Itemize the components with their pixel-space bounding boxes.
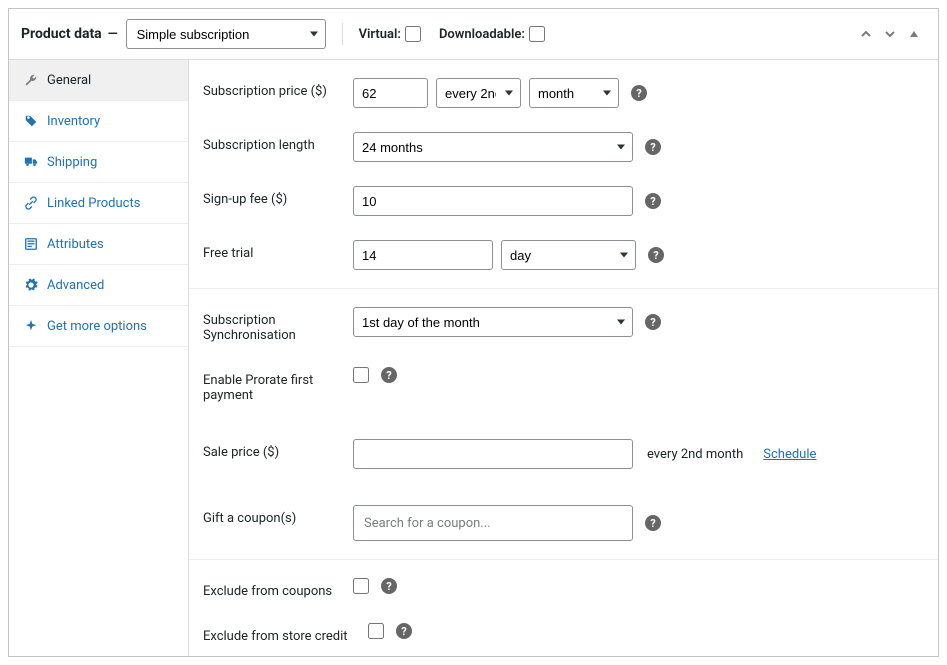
free-trial-period-select[interactable]: day: [501, 240, 636, 270]
sidebar-item-attributes[interactable]: Attributes: [9, 224, 188, 265]
subscription-price-label: Subscription price ($): [203, 78, 353, 99]
move-down-icon[interactable]: [878, 22, 902, 46]
help-icon[interactable]: ?: [631, 85, 647, 101]
exclude-store-credit-label: Exclude from store credit: [203, 623, 368, 644]
link-icon: [23, 195, 39, 211]
product-type-select[interactable]: Simple subscription: [126, 19, 326, 49]
help-icon[interactable]: ?: [645, 139, 661, 155]
help-icon[interactable]: ?: [645, 314, 661, 330]
sale-price-label: Sale price ($): [203, 439, 353, 460]
prorate-checkbox[interactable]: [353, 367, 369, 383]
truck-icon: [23, 154, 39, 170]
sparkle-icon: [23, 318, 39, 334]
row-exclude-store-credit: Exclude from store credit ?: [189, 611, 938, 656]
sync-label: Subscription Synchronisation: [203, 307, 353, 343]
help-icon[interactable]: ?: [645, 193, 661, 209]
sidebar-label: Get more options: [47, 319, 147, 334]
downloadable-label: Downloadable:: [439, 27, 525, 42]
content-area: Subscription price ($) every 2nd month ?…: [189, 60, 938, 656]
virtual-checkbox[interactable]: [405, 26, 421, 42]
sale-price-input[interactable]: [353, 439, 633, 469]
subscription-period-select[interactable]: month: [529, 78, 619, 108]
sidebar-item-more[interactable]: Get more options: [9, 306, 188, 347]
subscription-length-select[interactable]: 24 months: [353, 132, 633, 162]
help-icon[interactable]: ?: [645, 515, 661, 531]
subscription-length-label: Subscription length: [203, 132, 353, 153]
free-trial-input[interactable]: [353, 240, 493, 270]
row-prorate: Enable Prorate first payment ?: [189, 355, 938, 415]
move-up-icon[interactable]: [854, 22, 878, 46]
panel-header: Product data — Simple subscription Virtu…: [9, 9, 938, 60]
gear-icon: [23, 277, 39, 293]
sidebar-item-shipping[interactable]: Shipping: [9, 142, 188, 183]
exclude-coupons-checkbox[interactable]: [353, 578, 369, 594]
row-subscription-price: Subscription price ($) every 2nd month ?: [189, 60, 938, 120]
gift-coupon-search[interactable]: Search for a coupon...: [353, 505, 633, 541]
help-icon[interactable]: ?: [396, 623, 412, 639]
row-exclude-coupons: Exclude from coupons ?: [189, 566, 938, 611]
sidebar-item-linked[interactable]: Linked Products: [9, 183, 188, 224]
sidebar-label: Linked Products: [47, 196, 140, 211]
schedule-link[interactable]: Schedule: [763, 447, 816, 462]
wrench-icon: [23, 72, 39, 88]
row-gift-coupon: Gift a coupon(s) Search for a coupon... …: [189, 481, 938, 553]
help-icon[interactable]: ?: [381, 578, 397, 594]
signup-fee-input[interactable]: [353, 186, 633, 216]
virtual-label: Virtual:: [359, 27, 401, 42]
help-icon[interactable]: ?: [381, 367, 397, 383]
header-divider: [342, 23, 343, 45]
title-dash: —: [108, 27, 118, 42]
collapse-icon[interactable]: [902, 22, 926, 46]
sidebar-label: Inventory: [47, 114, 100, 129]
exclude-coupons-label: Exclude from coupons: [203, 578, 353, 599]
sidebar-item-advanced[interactable]: Advanced: [9, 265, 188, 306]
downloadable-checkbox[interactable]: [529, 26, 545, 42]
sidebar-item-general[interactable]: General: [9, 60, 188, 101]
product-data-panel: Product data — Simple subscription Virtu…: [8, 8, 939, 657]
sidebar-label: Shipping: [47, 155, 97, 170]
sidebar-label: Attributes: [47, 237, 104, 252]
row-free-trial: Free trial day ?: [189, 228, 938, 282]
subscription-price-input[interactable]: [353, 78, 428, 108]
panel-title: Product data: [21, 26, 102, 42]
free-trial-label: Free trial: [203, 240, 353, 261]
divider: [189, 288, 938, 289]
gift-coupon-label: Gift a coupon(s): [203, 505, 353, 526]
panel-body: General Inventory Shipping Linked Produc…: [9, 60, 938, 656]
sync-select[interactable]: 1st day of the month: [353, 307, 633, 337]
sidebar-label: Advanced: [47, 278, 104, 293]
row-sale-price: Sale price ($) every 2nd month Schedule: [189, 415, 938, 481]
divider: [189, 559, 938, 560]
signup-fee-label: Sign-up fee ($): [203, 186, 353, 207]
prorate-label: Enable Prorate first payment: [203, 367, 353, 403]
tag-icon: [23, 113, 39, 129]
list-icon: [23, 236, 39, 252]
sidebar-label: General: [47, 73, 91, 88]
help-icon[interactable]: ?: [648, 247, 664, 263]
sale-price-suffix: every 2nd month: [647, 447, 743, 462]
row-signup-fee: Sign-up fee ($) ?: [189, 174, 938, 228]
sidebar-item-inventory[interactable]: Inventory: [9, 101, 188, 142]
row-synchronisation: Subscription Synchronisation 1st day of …: [189, 295, 938, 355]
row-subscription-length: Subscription length 24 months ?: [189, 120, 938, 174]
sidebar: General Inventory Shipping Linked Produc…: [9, 60, 189, 656]
exclude-store-credit-checkbox[interactable]: [368, 623, 384, 639]
subscription-interval-select[interactable]: every 2nd: [436, 78, 521, 108]
